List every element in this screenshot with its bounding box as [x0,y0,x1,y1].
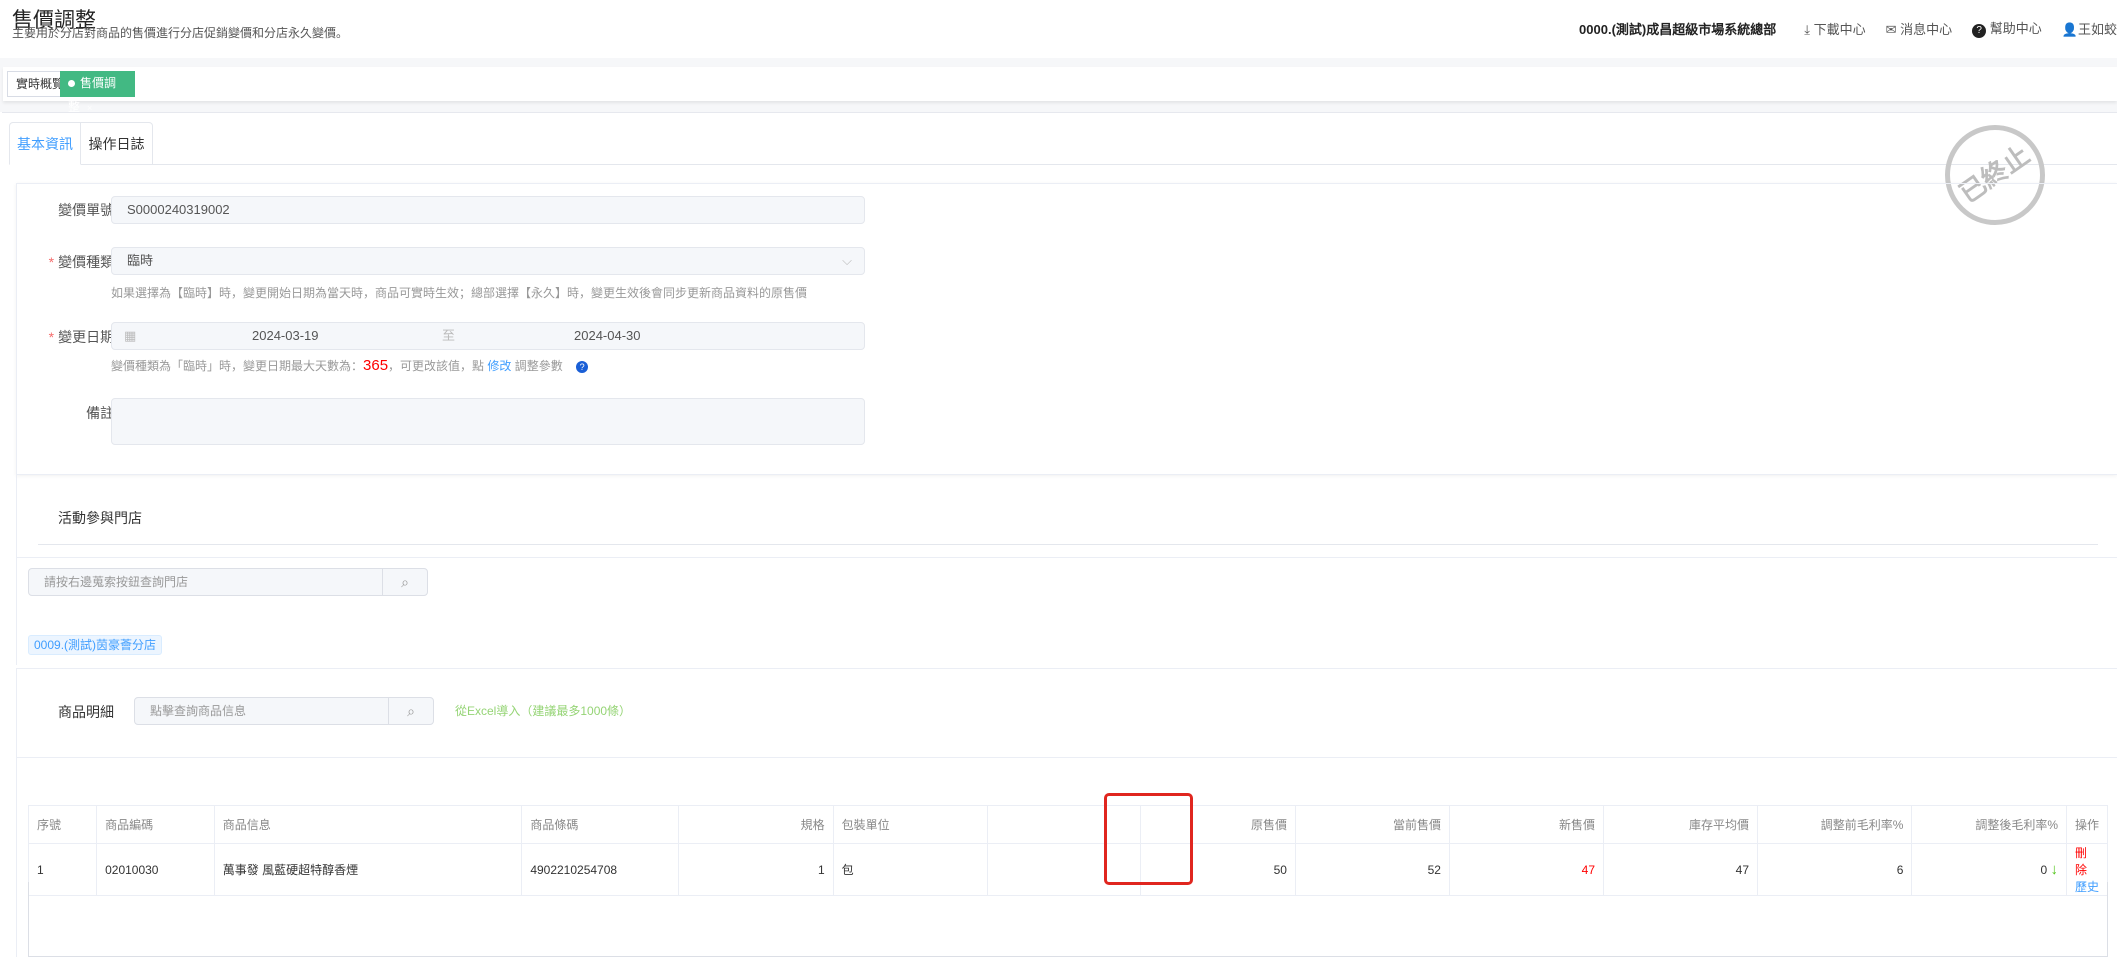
type-select[interactable]: 臨時 ⌵ [111,247,865,275]
tab-divider [9,164,2117,165]
divider [16,557,2117,558]
col-avg-cost: 庫存平均價 [1602,805,1759,844]
download-center-link[interactable]: ⤓ 下載中心 [1804,19,1865,38]
col-spec: 規格 [677,805,834,844]
type-hint: 如果選擇為【臨時】時，變更開始日期為當天時，商品可實時生效；總部選擇【永久】時，… [111,286,808,300]
col-seq: 序號 [27,805,98,844]
date-start[interactable]: 2024-03-19 [252,323,319,349]
store-search-input[interactable]: 請按右邊蒐索按鈕查詢門店 ⌕ [28,568,428,596]
help-center-link[interactable]: ? 幫助中心 [1972,18,2042,38]
date-separator: 至 [442,328,456,343]
active-dot-icon [68,80,75,87]
col-new-price: 新售價 [1448,805,1605,844]
store-tag[interactable]: 0009.(測試)茵豪薈分店 [28,635,163,655]
stores-title: 活動參與門店 [58,510,142,526]
modify-link[interactable]: 修改 [487,359,511,373]
goods-title: 商品明細 [58,704,114,720]
delete-link[interactable]: 刪除 [2075,846,2087,877]
col-actions: 操作 [2065,805,2109,844]
date-end[interactable]: 2024-04-30 [574,323,641,349]
divider [16,757,2117,758]
calendar-icon: ▦ [124,328,137,343]
page-tag-price-adjust[interactable]: 售價調整 × [60,71,135,114]
excel-import-link[interactable]: 從Excel導入（建議最多1000條） [455,702,631,719]
user-icon: 👤 [2061,21,2078,37]
top-nav: 0000.(測試)成昌超級市場系統總部 ⤓ 下載中心 ✉ 消息中心 ? 幫助中心… [1579,18,2117,38]
remark-label: 備註: [86,405,118,421]
date-hint: 變價種類為「臨時」時，變更日期最大天數為：365，可更改該值，點 修改 調整參數… [111,357,589,374]
type-label: * 變價種類: [48,254,118,270]
page-subtitle: 主要用於分店對商品的售價進行分店促銷變價和分店永久變價。 [12,26,349,40]
download-icon: ⤓ [1804,21,1814,37]
date-label: * 變更日期: [48,329,118,345]
highlight-box [1104,793,1193,885]
message-center-link[interactable]: ✉ 消息中心 [1886,19,1953,38]
col-code: 商品編碼 [96,805,215,844]
order-no-label: 變價單號: [58,202,118,218]
user-menu[interactable]: 👤王如蛟 [2062,19,2117,38]
col-unit: 包裝單位 [832,805,988,844]
tab-basic-info[interactable]: 基本資訊 [9,122,81,165]
col-barcode: 商品條碼 [521,805,679,844]
search-icon[interactable]: ⌕ [382,569,427,595]
max-days: 365 [363,357,389,374]
tab-operation-log[interactable]: 操作日誌 [81,122,153,165]
table-empty-area [28,882,2108,957]
table-header-row: 序號 商品編碼 商品信息 商品條碼 規格 包裝單位 原售價 當前售價 新售價 庫… [27,805,2109,844]
chevron-down-icon: ⌵ [842,253,852,268]
mail-icon: ✉ [1885,21,1901,37]
page-tag-bar: 實時概覽 售價調整 × [3,67,2117,114]
remark-textarea[interactable] [111,398,865,445]
date-range-picker[interactable]: ▦ 2024-03-19 至 2024-04-30 [111,322,865,350]
help-icon: ? [1972,24,1987,38]
col-margin-before: 調整前毛利率% [1757,805,1913,844]
arrow-down-icon: ↓ [2050,861,2058,878]
org-name[interactable]: 0000.(測試)成昌超級市場系統總部 [1579,19,1776,38]
divider [38,544,2098,545]
col-margin-after: 調整後毛利率% [1911,805,2067,844]
col-current-price: 當前售價 [1294,805,1450,844]
search-icon[interactable]: ⌕ [388,698,433,724]
help-icon[interactable]: ? [576,361,589,373]
order-no-input[interactable]: S0000240319002 [111,196,865,224]
col-info: 商品信息 [213,805,523,844]
goods-search-input[interactable]: 點擊查詢商品信息 ⌕ [134,697,434,725]
